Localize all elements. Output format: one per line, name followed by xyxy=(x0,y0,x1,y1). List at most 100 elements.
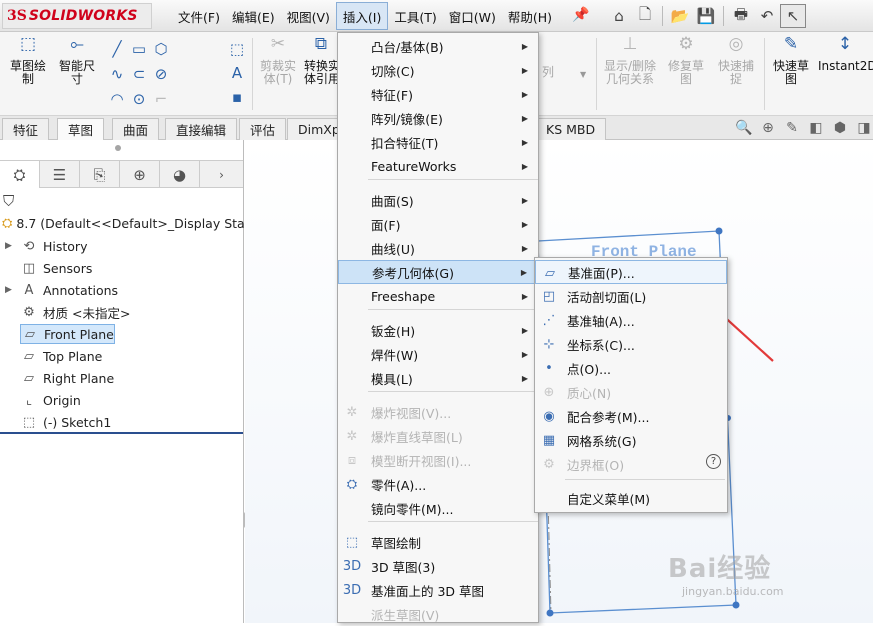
tab-sketch[interactable]: 草图 xyxy=(57,118,105,140)
reference-geometry-item[interactable]: ⊹ 坐标系(C)... xyxy=(535,332,727,356)
reference-geometry-item[interactable]: • 点(O)... xyxy=(535,356,727,380)
rectangle-icon[interactable]: ▭ xyxy=(130,40,148,58)
reference-geometry-item[interactable]: ⚙ 边界框(O)? xyxy=(535,452,727,476)
propertymanager-tab-icon[interactable]: ☰ xyxy=(40,161,80,188)
displaymanager-tab-icon[interactable]: ◕ xyxy=(160,161,200,188)
insert-menu-item[interactable]: 阵列/镜像(E) ▶ xyxy=(338,106,538,130)
plane-handle[interactable] xyxy=(715,227,723,235)
insert-menu-item[interactable]: 模具(L) ▶ xyxy=(338,366,538,390)
select-icon[interactable]: ↖ xyxy=(780,4,806,28)
tab-surfaces[interactable]: 曲面 xyxy=(112,118,160,140)
text-icon[interactable]: A xyxy=(228,64,246,82)
point-icon[interactable]: ▪ xyxy=(228,88,246,106)
zoom-to-fit-icon[interactable]: 🔍 xyxy=(734,118,754,138)
tree-item[interactable]: ▱ Top Plane xyxy=(20,346,102,366)
featuremanager-tab-icon[interactable]: ⛭ xyxy=(0,161,40,188)
display-style-icon[interactable]: ◨ xyxy=(854,118,873,138)
insert-menu-item[interactable]: ⧈ 模型断开视图(I)... xyxy=(338,448,538,472)
linear-pattern-button[interactable]: 列 xyxy=(538,66,558,79)
instant2d-button[interactable]: ↕ Instant2D xyxy=(818,36,873,73)
menu-file[interactable]: 文件(F) xyxy=(172,2,226,30)
zoom-area-icon[interactable]: ⊕ xyxy=(758,118,778,138)
insert-menu-item[interactable]: 焊件(W) ▶ xyxy=(338,342,538,366)
insert-menu-item[interactable]: 参考几何体(G) ▶ xyxy=(338,260,538,284)
insert-menu-item[interactable]: 扣合特征(T) ▶ xyxy=(338,130,538,154)
tab-evaluate[interactable]: 评估 xyxy=(239,118,287,140)
tree-item[interactable]: ▶ ⟲ History xyxy=(5,236,87,256)
tree-item[interactable]: ▱ Right Plane xyxy=(20,368,114,388)
insert-menu-item[interactable]: 镜向零件(M)... xyxy=(338,496,538,520)
trim-entities-button[interactable]: ✂ 剪裁实 体(T) xyxy=(256,36,300,86)
pin-icon[interactable]: 📌 xyxy=(572,7,589,23)
insert-menu-item[interactable]: ⛭ 零件(A)... xyxy=(338,472,538,496)
open-icon[interactable]: 📂 xyxy=(667,4,693,28)
quick-snaps-button[interactable]: ◎ 快速捕 捉 xyxy=(714,36,758,86)
undo-icon[interactable]: ↶ xyxy=(754,4,780,28)
section-view-icon[interactable]: ◧ xyxy=(806,118,826,138)
insert-menu-item[interactable]: 曲面(S) ▶ xyxy=(338,188,538,212)
insert-menu-item[interactable]: ⬚ 草图绘制 xyxy=(338,530,538,554)
solidworks-logo[interactable]: 3S SOLIDWORKS xyxy=(2,3,152,29)
menu-tools[interactable]: 工具(T) xyxy=(388,2,442,30)
tree-item[interactable]: ⌞ Origin xyxy=(20,390,81,410)
smart-dimension-button[interactable]: ⟜ 智能尺 寸 xyxy=(54,36,100,86)
expand-arrow-icon[interactable]: ▶ xyxy=(5,285,12,295)
convert-entities-button[interactable]: ⧉ 转换实 体引用 xyxy=(304,36,340,86)
tree-item[interactable]: ◫ Sensors xyxy=(20,258,93,278)
rapid-sketch-button[interactable]: ✎ 快速草 图 xyxy=(768,36,814,86)
filter-icon[interactable]: ⛉ xyxy=(3,192,14,210)
ellipse-icon[interactable]: ⊘ xyxy=(152,65,170,83)
tree-item[interactable]: ⬚ (-) Sketch1 xyxy=(20,412,111,432)
menu-insert[interactable]: 插入(I) xyxy=(335,2,389,30)
dropdown-arrow-icon[interactable]: ▼ xyxy=(580,70,586,79)
new-document-icon[interactable]: 🗋 xyxy=(632,4,658,28)
tab-features[interactable]: 特征 xyxy=(2,118,50,140)
insert-menu-item[interactable]: 钣金(H) ▶ xyxy=(338,318,538,342)
save-icon[interactable]: 💾 xyxy=(693,4,719,28)
fillet-icon[interactable]: ⌐ xyxy=(152,90,170,108)
tree-item[interactable]: ▶ A Annotations xyxy=(5,280,118,300)
chevron-right-icon[interactable]: › xyxy=(200,161,243,188)
circle-icon[interactable]: ⊙ xyxy=(130,90,148,108)
sketch-button[interactable]: ⬚ 草图绘 制 xyxy=(6,36,50,86)
insert-menu-item[interactable]: 派生草图(V) xyxy=(338,602,538,626)
tree-item[interactable]: ▱ Front Plane xyxy=(20,324,115,344)
tree-root-part[interactable]: ⛭ 8.7 (Default<<Default>_Display State xyxy=(2,216,257,231)
arc-icon[interactable]: ◠ xyxy=(108,90,126,108)
insert-menu-item[interactable]: 凸台/基体(B) ▶ xyxy=(338,34,538,58)
reference-geometry-item[interactable]: ▦ 网格系统(G) xyxy=(535,428,727,452)
menu-window[interactable]: 窗口(W) xyxy=(443,2,502,30)
reference-geometry-item[interactable]: ▱ 基准面(P)... xyxy=(535,260,727,284)
insert-menu-item[interactable]: FeatureWorks ▶ xyxy=(338,154,538,178)
plane-handle[interactable] xyxy=(732,601,740,609)
reference-geometry-item[interactable]: ⋰ 基准轴(A)... xyxy=(535,308,727,332)
construction-icon[interactable]: ⬚ xyxy=(228,40,246,58)
insert-menu-item[interactable]: 3D 3D 草图(3) xyxy=(338,554,538,578)
tab-mbd[interactable]: KS MBD xyxy=(535,118,607,140)
help-icon[interactable]: ? xyxy=(706,454,721,469)
home-icon[interactable]: ⌂ xyxy=(606,4,632,28)
menu-view[interactable]: 视图(V) xyxy=(281,2,336,30)
insert-menu-item[interactable]: 曲线(U) ▶ xyxy=(338,236,538,260)
repair-sketch-button[interactable]: ⚙ 修复草 图 xyxy=(664,36,708,86)
slot-icon[interactable]: ⊂ xyxy=(130,65,148,83)
reference-geometry-item[interactable]: ◉ 配合参考(M)... xyxy=(535,404,727,428)
print-icon[interactable]: 🖶 xyxy=(728,4,754,28)
relations-button[interactable]: ⊥ 显示/删除 几何关系 xyxy=(600,36,660,86)
reference-geometry-item[interactable]: ⊕ 质心(N) xyxy=(535,380,727,404)
view-orientation-icon[interactable]: ⬢ xyxy=(830,118,850,138)
insert-menu-item[interactable]: 面(F) ▶ xyxy=(338,212,538,236)
configurationmanager-tab-icon[interactable]: ⎘ xyxy=(80,161,120,188)
rollback-bar[interactable] xyxy=(0,432,243,434)
spline-icon[interactable]: ∿ xyxy=(108,65,126,83)
panel-grip[interactable] xyxy=(115,145,121,151)
tree-item[interactable]: ⚙ 材质 <未指定> xyxy=(20,302,130,322)
line-icon[interactable]: ╱ xyxy=(108,40,126,58)
previous-view-icon[interactable]: ✎ xyxy=(782,118,802,138)
insert-menu-item[interactable]: 3D 基准面上的 3D 草图 xyxy=(338,578,538,602)
insert-menu-item[interactable]: ✲ 爆炸直线草图(L) xyxy=(338,424,538,448)
menu-help[interactable]: 帮助(H) xyxy=(502,2,558,30)
plane-handle[interactable] xyxy=(546,609,554,617)
insert-menu-item[interactable]: 切除(C) ▶ xyxy=(338,58,538,82)
reference-geometry-item[interactable]: 自定义菜单(M) xyxy=(535,486,727,510)
